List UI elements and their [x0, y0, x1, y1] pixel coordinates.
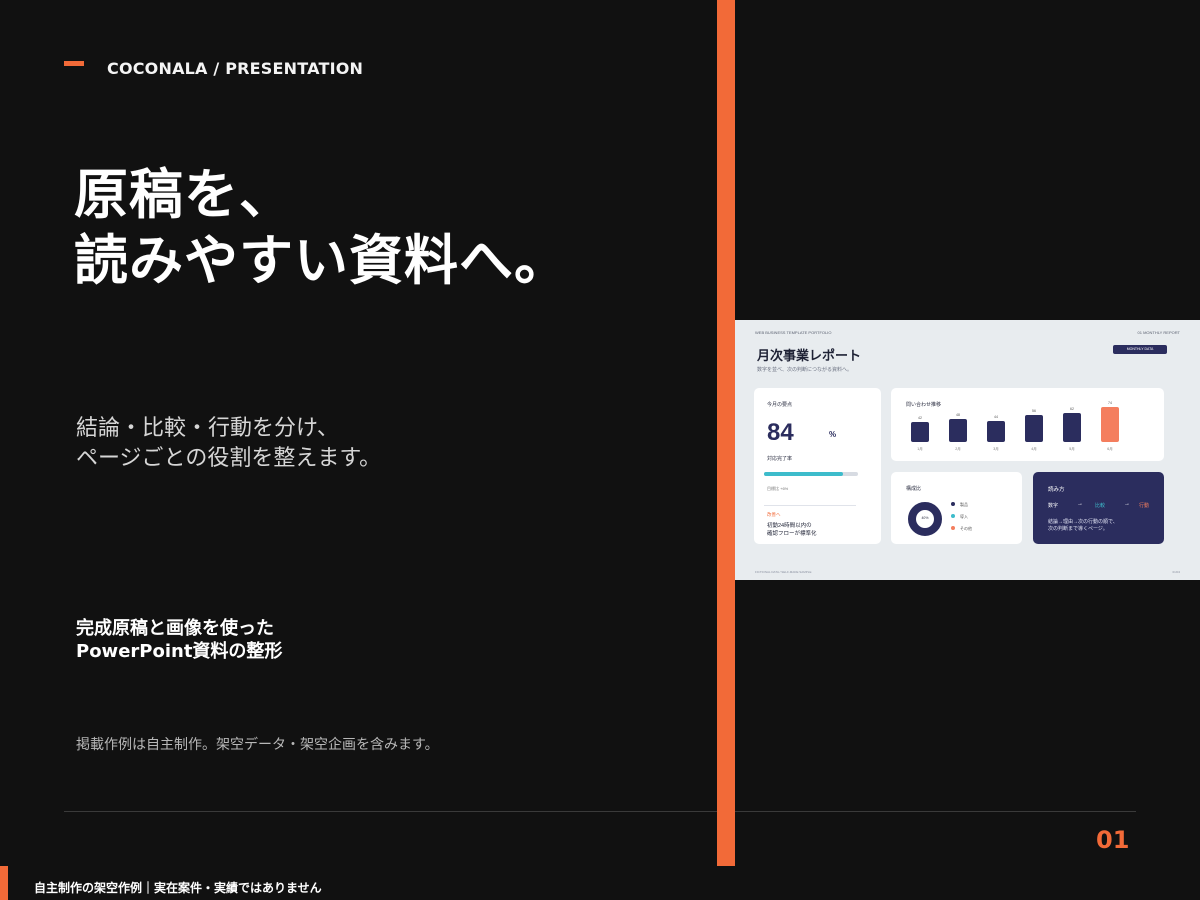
disclaimer-text: 掲載作例は自主制作。架空データ・架空企画を含みます。: [76, 737, 439, 753]
legend-dot-2: [951, 514, 955, 518]
chart-bar-value: 56: [1032, 409, 1036, 414]
footer-accent-bar: [0, 866, 8, 900]
flow-step-1: 数字: [1048, 503, 1059, 509]
preview-donut-card: 構成比 40% 製品 導入 その他: [891, 472, 1022, 544]
preview-footer-right: 01/04: [1172, 570, 1180, 574]
description-line-1: 結論・比較・行動を分け、: [76, 416, 339, 441]
flow-note-line-1: 結論→理由→次の行動の順で、: [1048, 519, 1118, 525]
kpi-caption: 対応完了率: [767, 456, 793, 462]
chart-bar-value: 74: [1108, 400, 1112, 405]
preview-top-left-label: WEB BUSINESS TEMPLATE PORTFOLIO: [755, 330, 832, 335]
donut-center-label: 40%: [921, 516, 929, 520]
kpi-unit: %: [829, 430, 837, 439]
kpi-divider: [764, 505, 856, 506]
chart-title: 問い合わせ推移: [906, 402, 942, 408]
kpi-progress-track: [764, 472, 858, 476]
kpi-note: 初動24時間以内の 確認フローが標準化: [767, 522, 817, 538]
chart-bar: [1063, 412, 1081, 442]
preview-data-button: MONTHLY DATA: [1113, 345, 1167, 354]
legend-dot-3: [951, 526, 955, 530]
chart-bar: [1025, 415, 1043, 442]
chart-bar: [987, 421, 1005, 442]
chart-bar-value: 42: [918, 416, 922, 421]
preview-kpi-card: 今月の要点 84 % 対応完了率 目標比 +6% 改善へ 初動24時間以内の 確…: [754, 388, 881, 544]
bottom-divider: [64, 811, 1136, 812]
kpi-label: 今月の要点: [767, 402, 793, 408]
service-title-line-2: PowerPoint資料の整形: [76, 641, 283, 662]
chart-category-label: 3月: [993, 447, 999, 451]
chart-bar: [949, 419, 967, 442]
preview-top-right-label: 01 MONTHLY REPORT: [1137, 330, 1180, 335]
chart-bar: [1101, 406, 1119, 442]
preview-footer-left: FICTIONAL DATA / SELF-MADE SAMPLE: [755, 570, 812, 574]
flow-step-3: 行動: [1139, 503, 1150, 509]
flow-arrow-1-icon: →: [1077, 501, 1083, 507]
donut-title: 構成比: [906, 486, 922, 492]
brand-accent-dash: [64, 61, 84, 66]
legend-label-3: その他: [960, 526, 972, 531]
flow-arrow-2-icon: →: [1124, 501, 1130, 507]
flow-title: 読み方: [1048, 487, 1065, 493]
flow-step-2: 比較: [1095, 503, 1106, 509]
chart-category-label: 6月: [1107, 447, 1113, 451]
footer-note: 自主制作の架空作例｜実在案件・実績ではありません: [34, 881, 322, 895]
legend-dot-1: [951, 502, 955, 506]
kpi-value: 84: [767, 419, 794, 446]
headline-line-1: 原稿を、: [74, 163, 294, 226]
preview-title: 月次事業レポート: [757, 348, 862, 363]
preview-subtitle: 数字を並べ、次の判断につながる資料へ。: [757, 367, 853, 373]
chart-category-label: 2月: [955, 447, 961, 451]
legend-label-2: 導入: [960, 514, 968, 519]
chart-bar: [911, 422, 929, 442]
chart-bar-value: 48: [956, 413, 960, 418]
chart-category-label: 1月: [917, 447, 923, 451]
page-number: 01: [1096, 826, 1130, 854]
headline-line-2: 読みやすい資料へ。: [74, 229, 569, 292]
kpi-note-line-2: 確認フローが標準化: [767, 531, 817, 537]
preview-chart-card: 問い合わせ推移 42 1月 48 2月 44 3月 56 4月 62 5月 74 6月: [891, 388, 1164, 461]
legend-label-1: 製品: [960, 502, 968, 507]
chart-bar-value: 44: [994, 415, 998, 420]
chart-bar-value: 62: [1070, 406, 1074, 411]
slide-preview: WEB BUSINESS TEMPLATE PORTFOLIO 01 MONTH…: [735, 320, 1200, 580]
service-title: 完成原稿と画像を使った PowerPoint資料の整形: [76, 617, 282, 663]
kpi-status: 改善へ: [767, 512, 781, 517]
kpi-progress-fill: [764, 472, 843, 476]
brand-label: COCONALA / PRESENTATION: [107, 59, 364, 78]
chart-category-label: 4月: [1031, 447, 1037, 451]
preview-flow-card: 読み方 数字 → 比較 → 行動 結論→理由→次の行動の順で、 次の判断まで導く…: [1033, 472, 1164, 544]
service-title-line-1: 完成原稿と画像を使った: [76, 618, 274, 639]
vertical-accent-bar: [717, 0, 735, 866]
flow-note: 結論→理由→次の行動の順で、 次の判断まで導くページ。: [1048, 519, 1118, 533]
chart-category-label: 5月: [1069, 447, 1075, 451]
kpi-target: 目標比 +6%: [767, 486, 789, 491]
kpi-note-line-1: 初動24時間以内の: [767, 523, 812, 529]
description-line-2: ページごとの役割を整えます。: [76, 446, 382, 471]
description: 結論・比較・行動を分け、 ページごとの役割を整えます。: [76, 414, 381, 474]
headline: 原稿を、 読みやすい資料へ。: [74, 162, 569, 294]
flow-note-line-2: 次の判断まで導くページ。: [1048, 526, 1108, 532]
